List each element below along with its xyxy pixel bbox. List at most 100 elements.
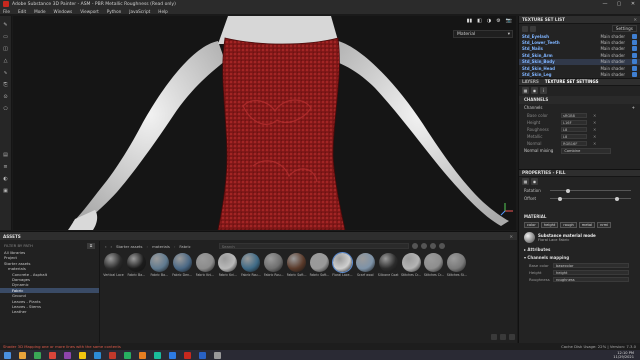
taskbar-app-icon[interactable] [169,351,176,359]
grid-icon[interactable] [522,25,528,32]
eraser-icon[interactable]: ▭ [3,34,9,40]
picker-icon[interactable]: ⊙ [3,94,9,100]
offset-knob-y[interactable] [614,196,619,201]
menu-viewport[interactable]: Viewport [80,9,99,14]
back-icon[interactable]: ‹ [105,244,107,249]
channel-format-select[interactable]: L8 [561,133,587,139]
asset-thumbnail[interactable]: Fabric Soft... [286,253,307,277]
taskbar-app-icon[interactable] [49,351,56,359]
remove-channel-icon[interactable]: ✕ [593,141,596,146]
taskbar-app-icon[interactable] [34,351,41,359]
asset-thumbnail[interactable]: Stitches Cr... [401,253,422,277]
taskbar-app-icon[interactable] [139,351,146,359]
tab-texture-set-settings[interactable]: TEXTURE SET SETTINGS [542,79,602,84]
viewport-3d[interactable]: ▮▮ ◧ ◑ ⚙ 📷 Material ▾ [13,16,516,230]
camera-icon[interactable]: ▣ [3,188,9,194]
visible-checkbox-icon[interactable] [632,72,637,78]
asset-thumbnail[interactable]: Fabric Ba... [126,253,147,277]
channel-format-select[interactable]: L8 [561,126,587,132]
visible-checkbox-icon[interactable] [632,59,637,65]
shelf-icon[interactable]: ▤ [3,152,9,158]
list-icon[interactable] [530,25,536,32]
mesh-maps-icon[interactable]: ◉ [531,87,538,95]
menu-windows[interactable]: Windows [54,9,73,14]
info-icon[interactable]: i [540,87,547,95]
channels-mapping-header[interactable]: ▾ Channels mapping [519,254,640,262]
new-folder-icon[interactable] [500,334,506,340]
asset-thumbnail[interactable]: Fabric Rou... [263,253,284,277]
sphere-icon[interactable]: ◉ [531,178,538,186]
cube-view-icon[interactable] [420,243,427,249]
texture-set-row[interactable]: Std_Skin_Leg Main shader [519,71,640,78]
offset-track[interactable] [550,196,631,201]
taskbar-clock[interactable]: 12:10 PM 11/29/2021 [613,351,634,359]
asset-thumbnail[interactable]: Fabric Ba... [149,253,170,277]
asset-thumbnail[interactable]: Stitches Cr... [423,253,444,277]
rotation-knob[interactable] [566,188,571,193]
menu-javascript[interactable]: JavaScript [129,9,150,14]
taskbar-app-icon[interactable] [154,351,161,359]
filter-input[interactable]: FILTER BY PATH [4,243,33,248]
shading-icon[interactable]: ◑ [487,18,491,24]
screenshot-icon[interactable]: 📷 [506,18,512,24]
asset-thumbnail[interactable]: Stitches St... [446,253,467,277]
menu-help[interactable]: Help [158,9,168,14]
channel-format-select[interactable]: sRGB8 [561,112,587,118]
search-input[interactable]: Search [218,243,409,249]
display-settings-icon[interactable]: ◐ [3,176,9,182]
asset-thumbnail[interactable]: Floral Lace... [331,252,353,277]
substance-material[interactable]: Substance material mode Floral Lace Fabr… [519,230,640,246]
visible-checkbox-icon[interactable] [632,40,637,46]
taskbar-app-icon[interactable] [79,351,86,359]
channel-format-select[interactable]: L16F [561,119,587,125]
close-icon[interactable]: ✕ [509,234,513,239]
tree-item[interactable]: Leather [0,309,99,314]
mapping-select[interactable]: height [553,269,629,275]
channels-section-header[interactable]: CHANNELS [519,95,640,104]
menu-mode[interactable]: Mode [34,9,45,14]
taskbar-app-icon[interactable] [64,351,71,359]
visible-checkbox-icon[interactable] [632,65,637,71]
clone-icon[interactable]: ⎘ [3,82,9,88]
breadcrumb-item[interactable]: Starter assets [116,244,142,249]
geometry-mask-icon[interactable]: △ [3,58,9,64]
metal-toggle[interactable]: metal [578,222,596,229]
filter-icon[interactable]: ⧖ [87,242,95,249]
remove-channel-icon[interactable]: ✕ [593,127,596,132]
projection-icon[interactable]: ◫ [3,46,9,52]
plane-view-icon[interactable] [429,243,436,249]
mapping-select[interactable]: basecolor [553,262,629,268]
visible-checkbox-icon[interactable] [632,52,637,58]
mapping-select[interactable]: roughness [553,276,629,282]
paint-brush-icon[interactable]: ✎ [3,22,9,28]
taskbar-app-icon[interactable] [199,351,206,359]
taskbar-app-icon[interactable] [19,351,26,359]
polygon-fill-icon[interactable]: ⬠ [3,106,9,112]
nrm-toggle[interactable]: nrmi [597,222,612,229]
asset-thumbnail[interactable]: Silicone Coat [378,253,399,277]
rotation-slider[interactable]: Rotation [519,187,640,195]
taskbar-app-icon[interactable] [214,351,221,359]
offset-slider[interactable]: Offset [519,195,640,203]
close-button[interactable]: ✕ [626,0,640,8]
close-icon[interactable]: ✕ [633,17,637,22]
channels-icon[interactable]: ▦ [522,87,529,95]
color-toggle[interactable]: color [524,222,539,229]
layers-icon[interactable]: ≡ [3,164,9,170]
add-channel-icon[interactable]: + [632,105,635,110]
visible-checkbox-icon[interactable] [632,46,637,52]
asset-thumbnail[interactable]: Fabric Kni... [195,253,216,277]
channel-format-select[interactable]: RGB16F [561,140,587,146]
asset-thumbnail[interactable]: Vertical Lace [103,253,124,277]
asset-thumbnail[interactable]: Fabric Soft... [309,253,330,277]
visible-checkbox-icon[interactable] [632,33,637,39]
remove-channel-icon[interactable]: ✕ [593,134,596,139]
breadcrumb-item[interactable]: materials [152,244,170,249]
rotation-track[interactable] [550,188,631,193]
settings-dropdown[interactable]: Settings [611,25,637,32]
split-view-icon[interactable]: ◧ [477,18,482,24]
asset-thumbnail[interactable]: Fabric Rou... [240,253,261,277]
minimize-button[interactable]: — [598,0,612,8]
maximize-button[interactable]: ▢ [612,0,626,8]
pause-icon[interactable]: ▮▮ [467,18,473,24]
